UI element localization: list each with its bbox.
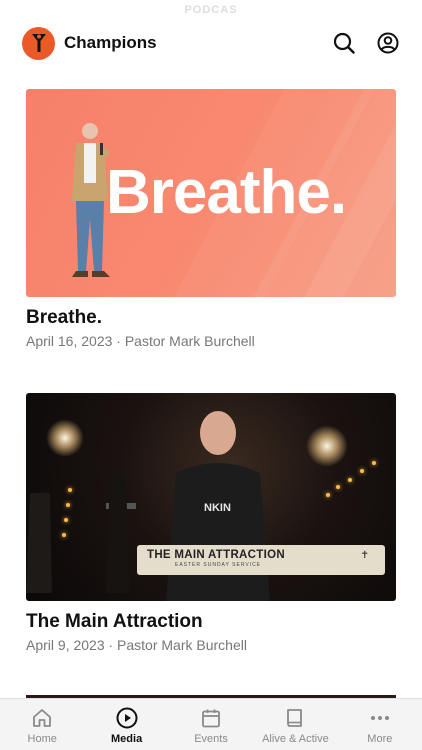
cross-icon: ✝ <box>360 550 369 561</box>
app-title: Champions <box>64 33 157 52</box>
tab-media[interactable]: Media <box>84 699 168 750</box>
title-banner: THE MAIN ATTRACTION EASTER SUNDAY SERVIC… <box>137 545 385 575</box>
sermon-thumbnail-main-attraction[interactable]: NKIN THE MAIN ATTRACTION EASTER SUNDAY S… <box>26 393 396 601</box>
tab-label: Media <box>111 733 143 745</box>
book-icon <box>287 709 303 727</box>
tab-label: More <box>367 733 393 745</box>
bottom-tab-bar: Home Media Events Alive & Active More <box>0 698 422 750</box>
home-icon <box>33 709 52 727</box>
tab-label: Events <box>194 733 228 745</box>
champions-logo[interactable] <box>22 26 55 60</box>
play-circle-icon <box>116 707 138 729</box>
banner-subtitle: EASTER SUNDAY SERVICE <box>175 562 262 568</box>
tab-alive-active[interactable]: Alive & Active <box>253 699 337 750</box>
tab-home[interactable]: Home <box>0 699 84 750</box>
sermon-card-breathe[interactable]: Breathe. Breathe. April 16, 2023 · Pasto… <box>26 89 396 349</box>
torch-icon <box>31 34 46 52</box>
tab-events[interactable]: Events <box>169 699 253 750</box>
svg-text:NKIN: NKIN <box>204 502 231 514</box>
banner-title: THE MAIN ATTRACTION <box>147 549 285 561</box>
tab-label: Home <box>27 733 57 745</box>
calendar-icon <box>202 709 220 728</box>
tab-label: Alive & Active <box>262 733 329 745</box>
status-time: PODCAS <box>184 4 238 16</box>
sermon-title[interactable]: Breathe. <box>26 307 396 329</box>
band-silhouettes <box>26 473 136 593</box>
account-icon[interactable] <box>376 31 400 55</box>
app-header: Champions <box>22 24 400 62</box>
search-icon[interactable] <box>332 31 356 55</box>
thumbnail-title-text: Breathe. <box>106 158 347 227</box>
sermon-meta: April 9, 2023 · Pastor Mark Burchell <box>26 637 247 653</box>
sermon-card-main-attraction[interactable]: NKIN THE MAIN ATTRACTION EASTER SUNDAY S… <box>26 393 396 653</box>
sermon-title[interactable]: The Main Attraction <box>26 611 396 633</box>
sermon-thumbnail-breathe[interactable]: Breathe. <box>26 89 396 297</box>
sermon-meta: April 16, 2023 · Pastor Mark Burchell <box>26 333 255 349</box>
tab-more[interactable]: More <box>338 699 422 750</box>
more-dots-icon <box>370 716 389 720</box>
